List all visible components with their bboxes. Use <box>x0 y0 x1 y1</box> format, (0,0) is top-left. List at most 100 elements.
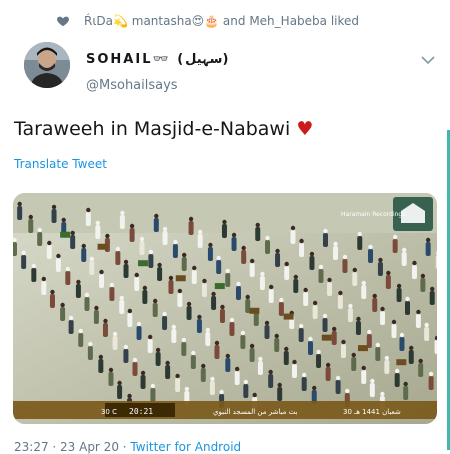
worshipper-head <box>182 252 187 258</box>
worshipper-head <box>211 291 216 297</box>
worshipper-head <box>70 230 75 236</box>
worshipper-figure <box>403 386 409 400</box>
translate-tweet-link[interactable]: Translate Tweet <box>14 157 107 171</box>
worshipper-figure <box>392 239 398 253</box>
worshipper-figure <box>327 282 333 296</box>
worshipper-head <box>162 226 168 232</box>
worshipper-head <box>298 323 304 329</box>
avatar[interactable] <box>24 42 70 88</box>
worshipper-head <box>380 391 385 397</box>
tweet-client-link[interactable]: Twitter for Android <box>130 440 241 454</box>
worshipper-figure <box>274 338 280 352</box>
worshipper-head <box>372 293 377 299</box>
worshipper-figure <box>418 363 424 377</box>
worshipper-figure <box>46 245 52 259</box>
worshipper-figure <box>225 273 231 287</box>
worshipper-head <box>299 238 304 244</box>
worshipper-head <box>28 214 33 220</box>
worshipper-head <box>405 296 410 302</box>
worshipper-figure <box>278 302 284 316</box>
worshipper-figure <box>332 246 338 260</box>
worshipper-figure <box>235 286 241 300</box>
worshipper-head <box>78 328 83 334</box>
worshipper-head <box>98 354 104 360</box>
worshipper-figure <box>148 254 154 268</box>
worshipper-figure <box>132 362 138 376</box>
worshipper-head <box>275 248 280 254</box>
worshipper-figure <box>142 290 148 304</box>
worshipper-head <box>109 282 115 288</box>
worshipper-figure <box>298 328 304 342</box>
worshipper-head <box>192 265 197 271</box>
worshipper-head <box>345 388 350 394</box>
worshipper-figure <box>384 360 390 374</box>
worshipper-head <box>378 257 383 263</box>
tweet-text: Taraweeh in Masjid-e-Nabawi ♥ <box>14 118 313 140</box>
worshipper-figure <box>301 377 307 391</box>
worshipper-figure <box>28 219 34 233</box>
tweet-body: Taraweeh in Masjid-e-Nabawi <box>14 118 291 140</box>
worshipper-figure <box>341 344 347 358</box>
worshipper-head <box>293 274 298 280</box>
worshipper-figure <box>240 335 246 349</box>
worshipper-figure <box>65 271 71 285</box>
worshipper-figure <box>134 277 140 291</box>
worshipper-head <box>127 308 133 314</box>
worshipper-head <box>356 316 361 322</box>
worshipper-head <box>123 259 129 265</box>
worshipper-head <box>140 370 146 376</box>
chevron-down-icon[interactable] <box>420 54 436 66</box>
worshipper-figure <box>205 332 211 346</box>
worshipper-head <box>219 389 224 395</box>
prayer-mat <box>97 243 108 250</box>
heart-icon <box>57 16 69 27</box>
prayer-mat <box>60 231 71 238</box>
worshipper-figure <box>225 358 231 372</box>
worshipper-figure <box>375 347 381 361</box>
worshipper-figure <box>13 242 17 256</box>
worshipper-figure <box>78 333 84 347</box>
ticker-time: 20:21 <box>129 407 153 416</box>
worshipper-head <box>424 322 429 328</box>
worshipper-head <box>65 266 71 272</box>
worshipper-figure <box>290 230 296 244</box>
worshipper-figure <box>241 250 247 264</box>
worshipper-figure <box>109 287 115 301</box>
worshipper-head <box>312 385 317 391</box>
prayer-mat <box>214 283 225 290</box>
worshipper-figure <box>49 294 55 308</box>
worshipper-head <box>243 379 249 385</box>
worshipper-figure <box>171 329 177 343</box>
social-context[interactable]: ŔιDa💫 mantasha😍🎂 and Meh_Habeba liked <box>57 12 440 30</box>
worshipper-head <box>115 246 121 252</box>
author-display-name[interactable]: SOHAIL👓 (سہیل) <box>86 52 230 67</box>
worshipper-figure <box>303 292 309 306</box>
tweet-media-image[interactable]: Haramain Recordings 30 شعبان 1441 هـ بث … <box>13 193 437 424</box>
worshipper-head <box>284 346 289 352</box>
worshipper-figure <box>168 280 174 294</box>
worshipper-figure <box>335 380 341 394</box>
worshipper-head <box>412 260 417 266</box>
worshipper-figure <box>115 251 121 265</box>
worshipper-figure <box>17 206 23 220</box>
worshipper-figure <box>140 375 146 389</box>
mosque-prayer-photo: Haramain Recordings 30 شعبان 1441 هـ بث … <box>13 193 437 424</box>
worshipper-head <box>153 298 158 304</box>
worshipper-figure <box>323 233 329 247</box>
tweet-meta: 23:27 · 23 Apr 20 · Twitter for Android <box>14 440 241 454</box>
author-handle[interactable]: @Msohailsays <box>86 78 178 93</box>
worshipper-figure <box>385 275 391 289</box>
worshipper-head <box>249 258 255 264</box>
worshipper-head <box>120 210 125 216</box>
worshipper-figure <box>231 237 237 251</box>
worshipper-head <box>201 363 206 369</box>
worshipper-figure <box>81 248 87 262</box>
worshipper-head <box>361 365 366 371</box>
worshipper-head <box>99 269 104 275</box>
worshipper-head <box>89 256 94 262</box>
worshipper-figure <box>172 244 178 258</box>
ticker-date: 30 شعبان 1441 هـ <box>343 408 401 416</box>
worshipper-head <box>50 289 55 295</box>
worshipper-head <box>258 356 263 362</box>
worshipper-head <box>60 302 65 308</box>
